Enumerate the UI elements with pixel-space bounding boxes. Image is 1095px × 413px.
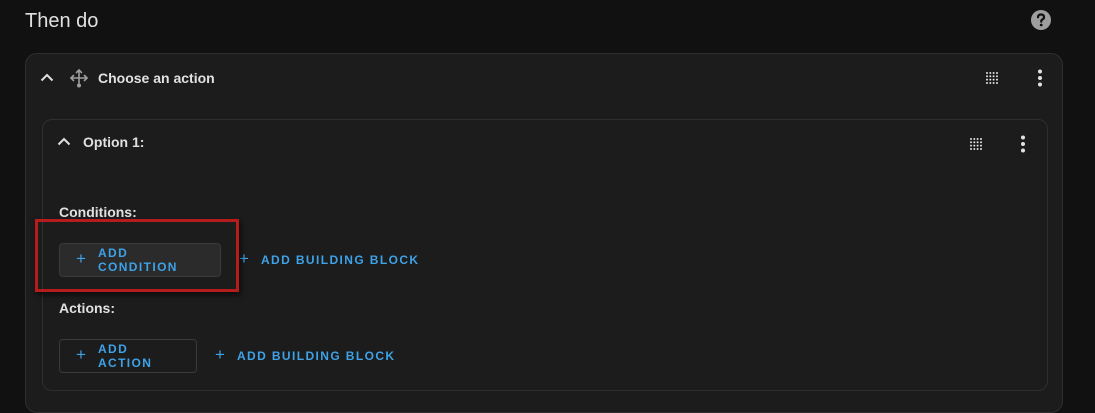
option-drag-handle-icon[interactable] [964, 132, 988, 156]
add-building-block-label: ADD BUILDING BLOCK [260, 253, 420, 267]
plus-icon: + [76, 345, 86, 364]
actions-label: Actions: [59, 300, 115, 316]
option-more-vert-icon[interactable] [1011, 132, 1035, 156]
add-building-block-button-2[interactable]: + ADD BUILDING BLOCK [215, 339, 411, 373]
add-action-button[interactable]: + ADD ACTION [59, 339, 197, 373]
conditions-label: Conditions: [59, 204, 137, 220]
plus-icon: + [215, 345, 225, 364]
add-building-block-label-2: ADD BUILDING BLOCK [236, 349, 396, 363]
add-action-label: ADD ACTION [97, 342, 153, 370]
option-title: Option 1: [83, 134, 145, 150]
action-type-icon [68, 67, 90, 89]
option-collapse-chevron-up-icon[interactable] [55, 133, 73, 151]
plus-icon: + [239, 249, 249, 268]
collapse-chevron-up-icon[interactable] [38, 69, 56, 87]
add-building-block-button[interactable]: + ADD BUILDING BLOCK [239, 243, 435, 277]
section-title: Then do [25, 10, 99, 32]
drag-handle-icon[interactable] [980, 66, 1004, 90]
help-icon[interactable] [1030, 9, 1052, 31]
more-vert-icon[interactable] [1028, 66, 1052, 90]
highlight-box [35, 219, 239, 292]
action-card-title: Choose an action [98, 70, 215, 86]
